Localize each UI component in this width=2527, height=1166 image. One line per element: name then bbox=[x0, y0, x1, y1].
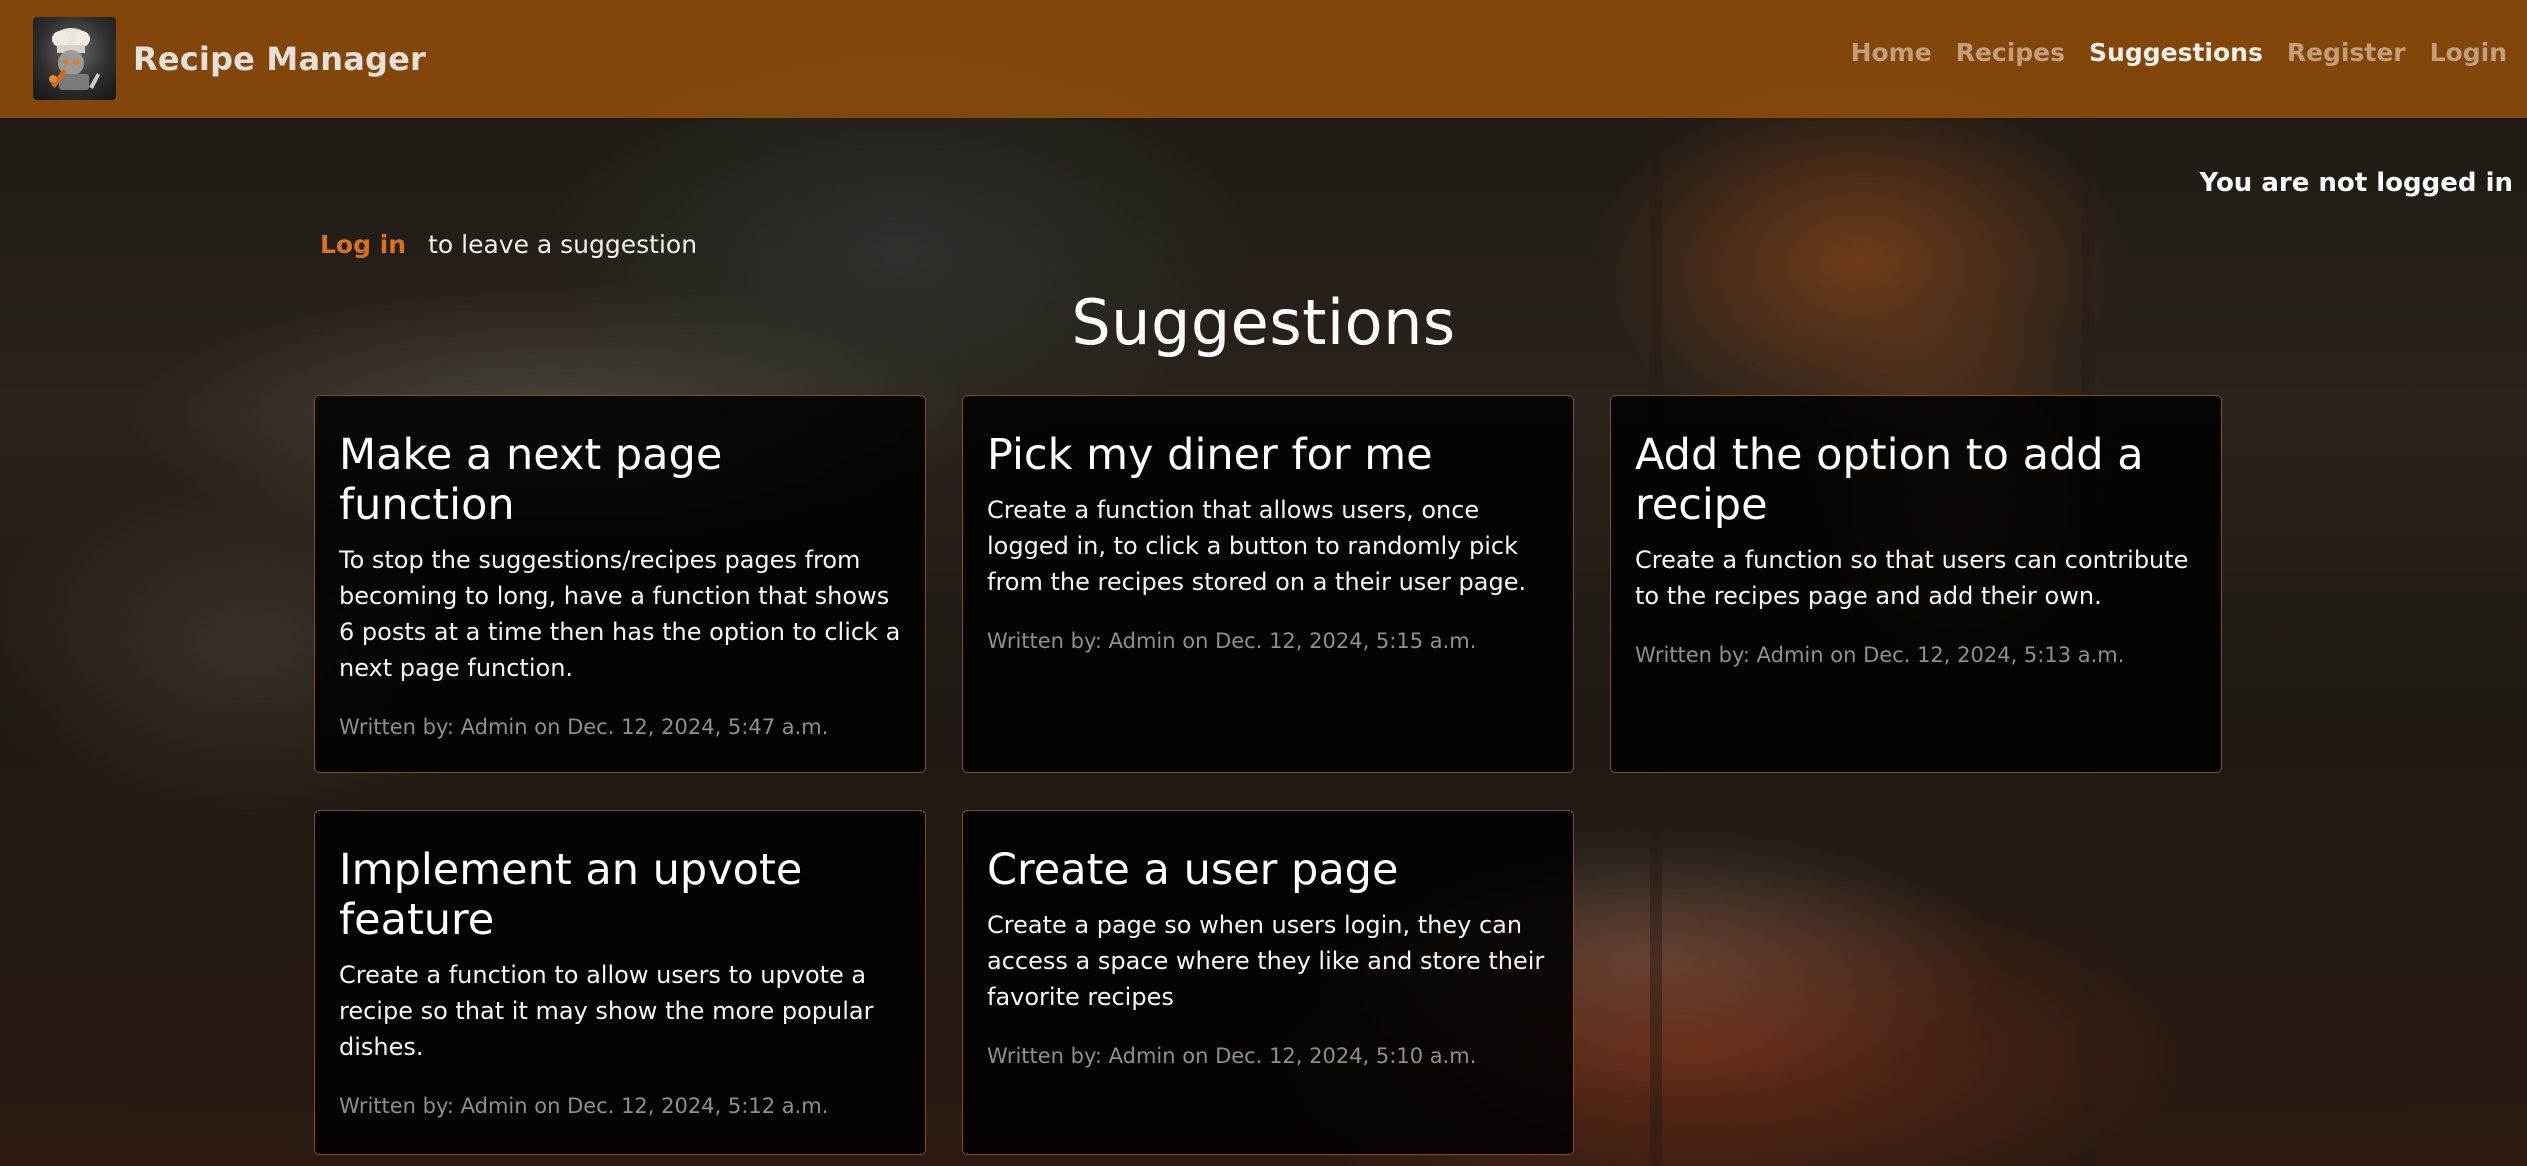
suggestion-meta: Written by: Admin on Dec. 12, 2024, 5:13… bbox=[1635, 643, 2125, 667]
nav-recipes-link[interactable]: Recipes bbox=[1956, 38, 2065, 67]
suggestions-grid: Make a next page function To stop the su… bbox=[314, 395, 2224, 1155]
brand[interactable]: Recipe Manager bbox=[33, 17, 426, 100]
suggestion-meta: Written by: Admin on Dec. 12, 2024, 5:10… bbox=[987, 1044, 1477, 1068]
chef-robot-logo-icon bbox=[33, 17, 116, 100]
brand-name: Recipe Manager bbox=[133, 39, 427, 78]
suggestion-title: Create a user page bbox=[987, 845, 1399, 895]
suggestion-meta: Written by: Admin on Dec. 12, 2024, 5:15… bbox=[987, 629, 1477, 653]
suggestion-body: Create a function that allows users, onc… bbox=[987, 496, 1527, 596]
suggestion-card[interactable]: Implement an upvote feature Create a fun… bbox=[314, 810, 926, 1155]
nav-home-link[interactable]: Home bbox=[1851, 38, 1932, 67]
suggestion-body: To stop the suggestions/recipes pages fr… bbox=[339, 546, 901, 682]
suggestion-card[interactable]: Pick my diner for me Create a function t… bbox=[962, 395, 1574, 773]
suggestion-card[interactable]: Add the option to add a recipe Create a … bbox=[1610, 395, 2222, 773]
nav-links: Home Recipes Suggestions Register Login bbox=[1851, 38, 2507, 67]
suggestion-body: Create a page so when users login, they … bbox=[987, 911, 1545, 1011]
nav-suggestions-link[interactable]: Suggestions bbox=[2089, 38, 2263, 67]
suggestion-card[interactable]: Create a user page Create a page so when… bbox=[962, 810, 1574, 1155]
suggestion-title: Make a next page function bbox=[339, 430, 723, 530]
leave-suggestion-prompt: Log in to leave a suggestion bbox=[320, 230, 697, 259]
suggestion-title: Pick my diner for me bbox=[987, 430, 1433, 480]
suggestion-card[interactable]: Make a next page function To stop the su… bbox=[314, 395, 926, 773]
suggestion-body: Create a function so that users can cont… bbox=[1635, 546, 2189, 610]
page-title: Suggestions bbox=[1071, 286, 1456, 359]
nav-login-link[interactable]: Login bbox=[2430, 38, 2507, 67]
leave-suggestion-text: to leave a suggestion bbox=[428, 230, 698, 259]
navbar: Recipe Manager Home Recipes Suggestions … bbox=[0, 0, 2527, 118]
login-link[interactable]: Log in bbox=[320, 230, 406, 259]
nav-register-link[interactable]: Register bbox=[2287, 38, 2406, 67]
suggestion-meta: Written by: Admin on Dec. 12, 2024, 5:12… bbox=[339, 1094, 829, 1118]
suggestion-title: Add the option to add a recipe bbox=[1635, 430, 2144, 530]
login-status-text: You are not logged in bbox=[2199, 168, 2514, 198]
suggestion-body: Create a function to allow users to upvo… bbox=[339, 961, 874, 1061]
suggestion-meta: Written by: Admin on Dec. 12, 2024, 5:47… bbox=[339, 715, 829, 739]
suggestion-title: Implement an upvote feature bbox=[339, 845, 803, 945]
